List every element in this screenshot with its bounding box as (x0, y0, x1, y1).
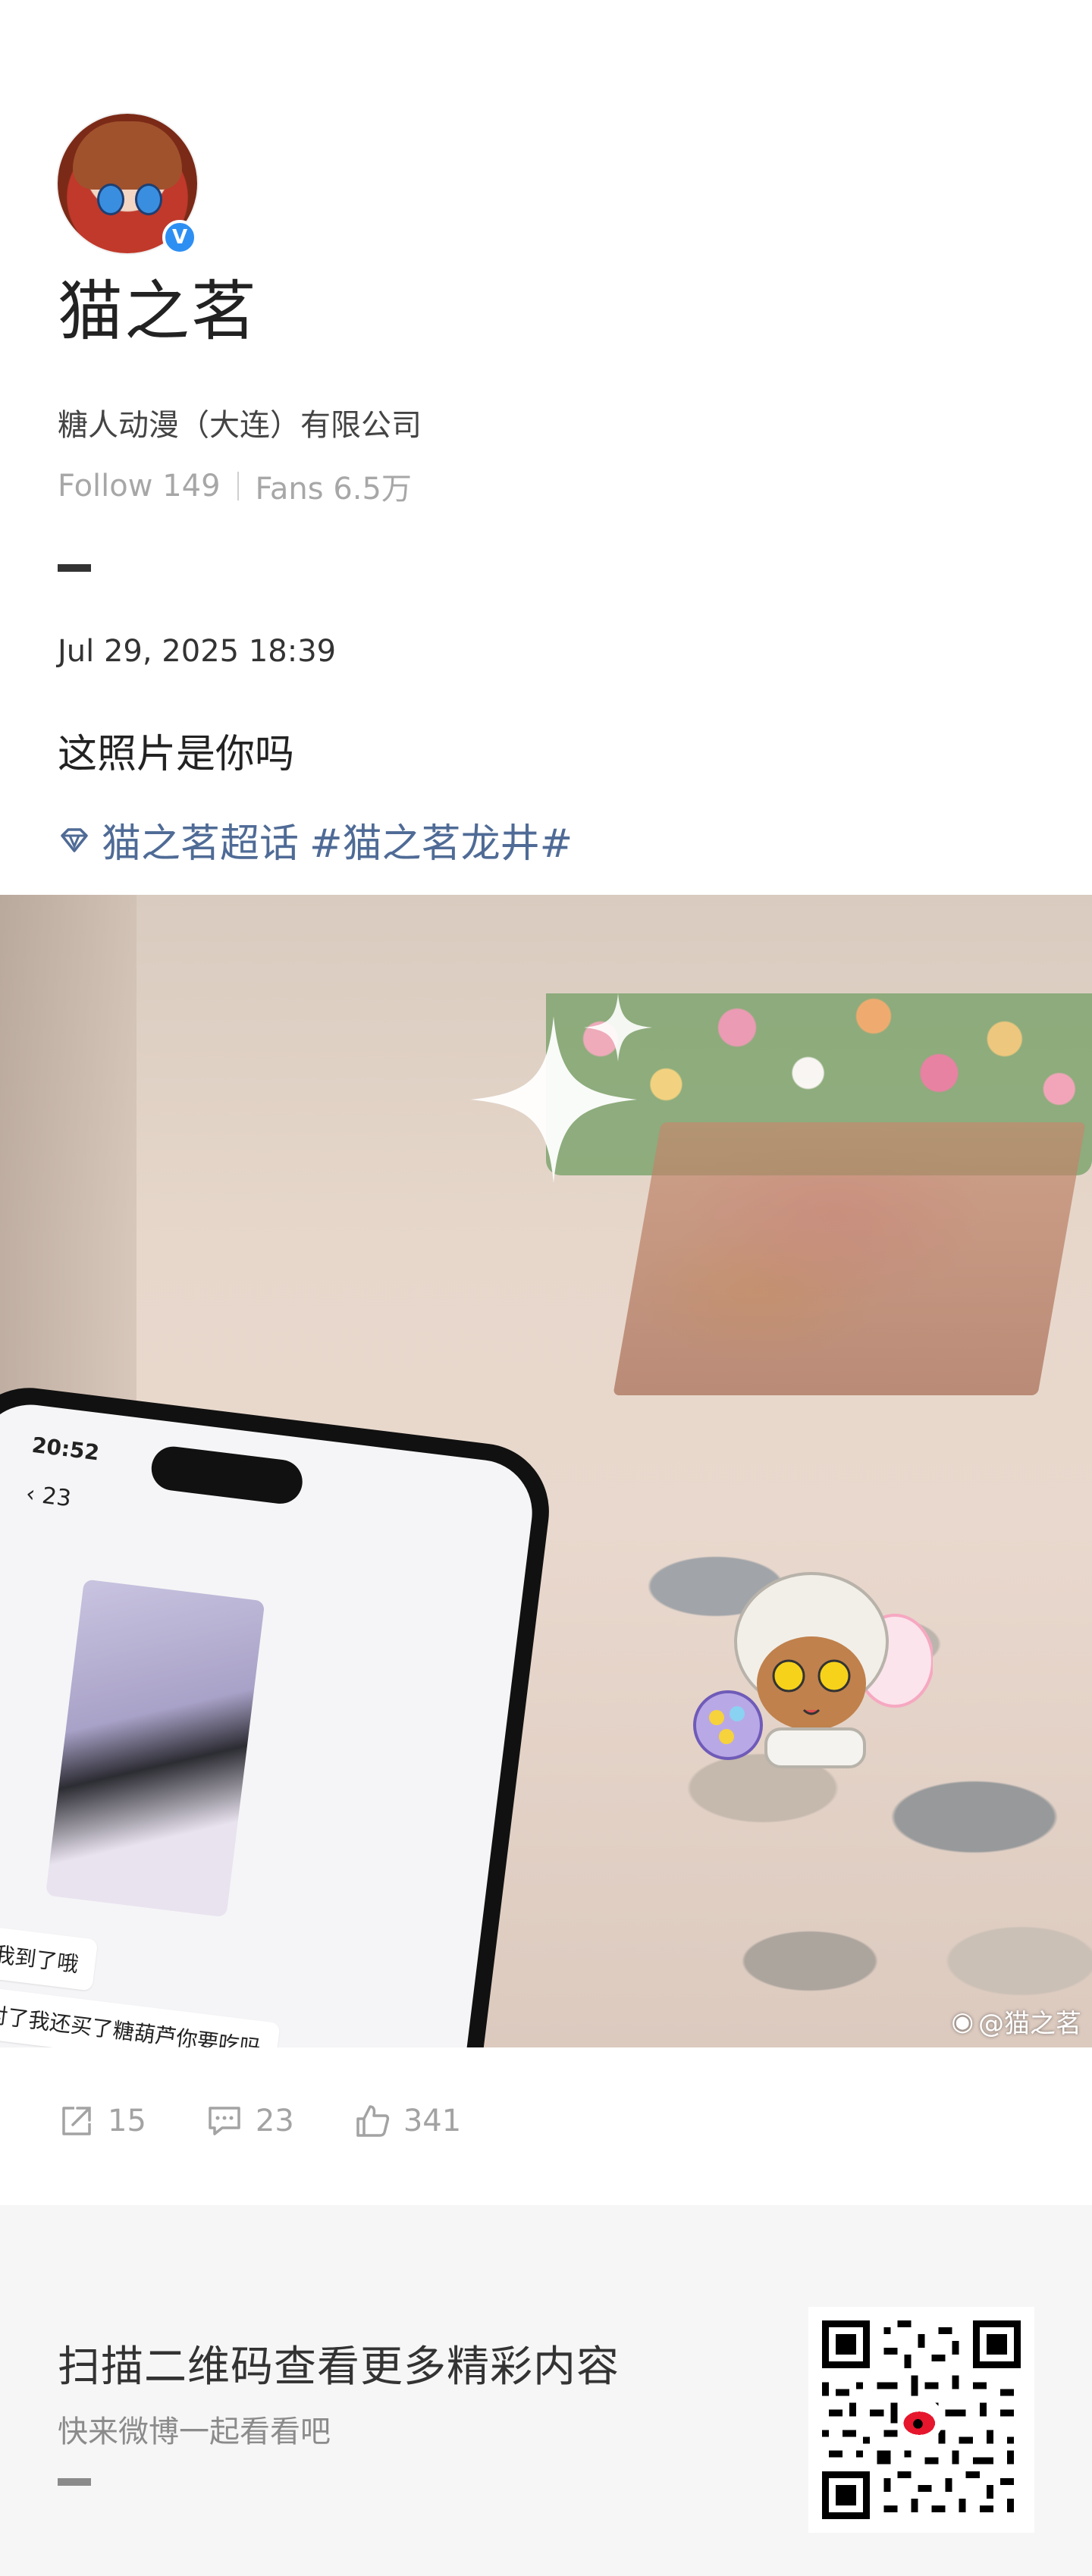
footer-banner: 扫描二维码查看更多精彩内容 快来微博一起看看吧 (0, 2205, 1092, 2576)
phone-notch (149, 1444, 306, 1507)
footer-subtitle: 快来微博一起看看吧 (58, 2414, 331, 2449)
post-tags: 猫之茗超话 #猫之茗龙井# (58, 811, 573, 868)
weibo-post-page: V 猫之茗 糖人动漫（大连）有限公司 Follow 149 Fans 6.5万 … (0, 0, 1092, 2576)
supertopic-link[interactable]: 猫之茗超话 (102, 811, 299, 868)
footer-title: 扫描二维码查看更多精彩内容 (58, 2342, 620, 2392)
phone-chat-image (45, 1579, 265, 1918)
fans-label: Fans (255, 472, 324, 507)
repost-icon (62, 2107, 91, 2135)
like-button[interactable]: 341 (353, 2102, 461, 2140)
footer-divider (58, 2478, 91, 2486)
chibi-character-sticker (693, 1572, 933, 1768)
verified-badge-icon: V (162, 220, 197, 255)
phone-chat-bubble: 我到了哦 (0, 1925, 99, 1991)
qr-code-icon (822, 2320, 1021, 2519)
like-count: 341 (403, 2104, 462, 2138)
post-text: 这照片是你吗 (58, 732, 295, 777)
profile-company: 糖人动漫（大连）有限公司 (58, 408, 422, 443)
avatar-eye-left (97, 184, 124, 215)
thumbs-up-icon (356, 2105, 389, 2137)
qr-code[interactable] (808, 2307, 1034, 2533)
comment-button[interactable]: 23 (206, 2102, 294, 2140)
avatar-hair (73, 121, 182, 190)
supertopic-diamond-icon (61, 827, 88, 852)
phone-time: 20:52 (30, 1432, 101, 1466)
watermark-text: @猫之茗 (978, 2009, 1081, 2039)
post-date: Jul 29, 2025 18:39 (58, 634, 337, 669)
phone-back-count-number: 23 (40, 1482, 73, 1513)
fans-count: 6.5万 (333, 472, 412, 507)
comment-count: 23 (255, 2104, 294, 2138)
fans-stat[interactable]: Fans 6.5万 (256, 464, 412, 508)
avatar-mouth (118, 217, 135, 227)
profile-stats: Follow 149 Fans 6.5万 (58, 464, 412, 508)
hashtag-link[interactable]: #猫之茗龙井# (309, 811, 573, 868)
avatar-eye-right (135, 184, 162, 215)
follow-label: Follow (58, 469, 153, 504)
phone-screen: 20:52 ‹ 23 我到了哦 对了我还买了糖葫芦你要吃吗 (0, 1398, 538, 2047)
phone-chat-bubble: 对了我还买了糖葫芦你要吃吗 (0, 1985, 281, 2047)
weibo-logo-icon: ◉ (951, 2006, 974, 2037)
section-divider (58, 564, 91, 572)
action-bar: 15 23 341 (58, 2102, 461, 2140)
repost-count: 15 (108, 2104, 146, 2138)
small-sparkle-icon (584, 993, 652, 1062)
follow-stat[interactable]: Follow 149 (58, 469, 221, 504)
image-planter (613, 1122, 1086, 1395)
phone-back-count: ‹ 23 (24, 1480, 73, 1513)
image-watermark: ◉ @猫之茗 (951, 2003, 1081, 2040)
comment-icon (209, 2107, 240, 2135)
stats-divider (237, 472, 239, 500)
profile-name[interactable]: 猫之茗 (58, 279, 258, 344)
repost-button[interactable]: 15 (58, 2102, 146, 2140)
follow-count: 149 (162, 469, 221, 504)
post-image[interactable]: 20:52 ‹ 23 我到了哦 对了我还买了糖葫芦你要吃吗 ◉ @猫之茗 (0, 895, 1092, 2047)
phone-in-image: 20:52 ‹ 23 我到了哦 对了我还买了糖葫芦你要吃吗 (0, 1380, 557, 2047)
